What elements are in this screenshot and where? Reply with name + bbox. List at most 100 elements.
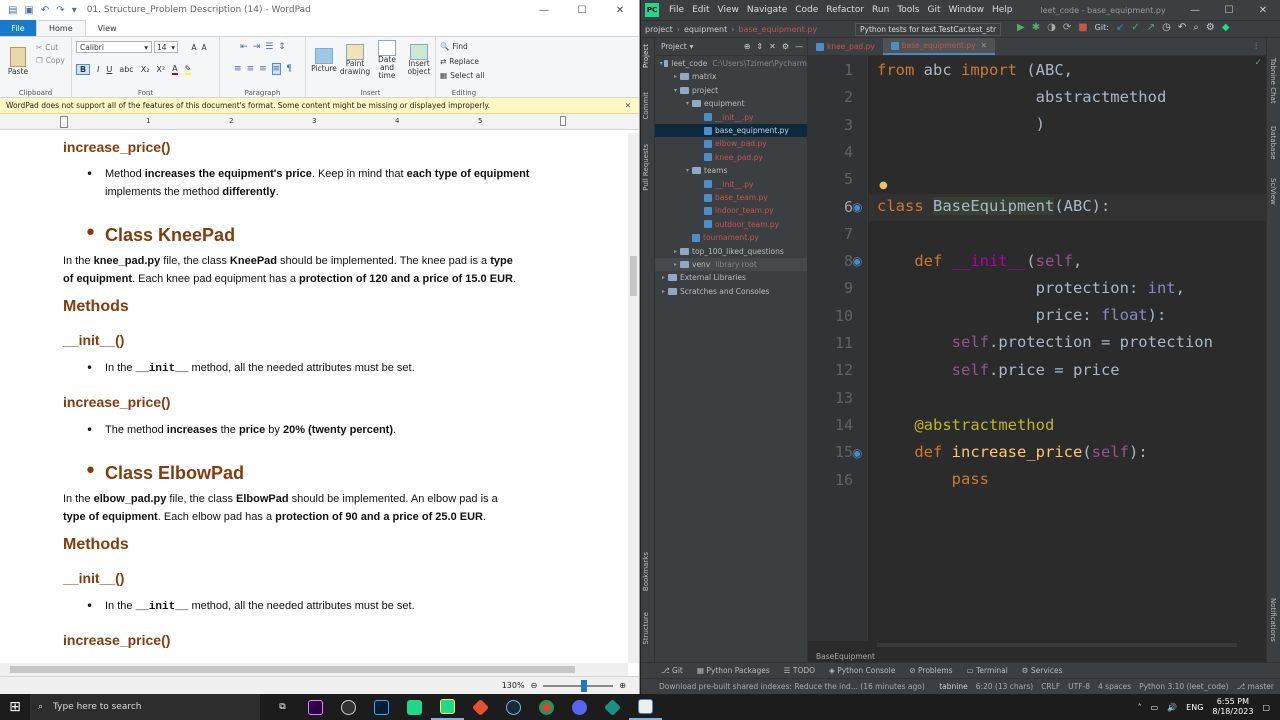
task-view-button[interactable]: ⧉ [266,694,299,720]
close-panel-icon[interactable]: ✕ [769,42,776,51]
tab-file[interactable]: File [0,20,36,36]
settings-icon[interactable]: ⚙ [1206,22,1215,33]
minimize-icon[interactable]: — [1178,0,1212,20]
stop-icon[interactable]: ■ [1078,22,1087,33]
zoom-out-icon[interactable]: ⊖ [531,681,538,690]
tool-window-database[interactable]: Database [1269,126,1277,159]
expand-arrow-icon[interactable]: ▾ [671,87,680,94]
tabs-menu-icon[interactable]: ⋮ [1253,41,1261,50]
editor-horizontal-scrollbar[interactable] [877,643,1237,647]
indent-setting[interactable]: 4 spaces [1098,682,1131,691]
app-steam[interactable] [497,694,530,720]
strikethrough-icon[interactable]: abc [119,65,133,74]
tree-item[interactable]: tournament.py [655,231,807,244]
menu-view[interactable]: View [714,5,743,15]
implemented-icon[interactable]: ◉ [852,446,862,460]
tree-item[interactable]: ▸ External Libraries [655,271,807,284]
italic-icon[interactable]: I [97,65,99,74]
menu-tools[interactable]: Tools [893,5,923,15]
expand-arrow-icon[interactable]: ▸ [659,274,668,281]
tree-item[interactable]: indoor_team.py [655,204,807,217]
find-button[interactable]: 🔍 Find [440,40,468,52]
tree-item[interactable]: knee_pad.py [655,151,807,164]
zoom-in-icon[interactable]: ⊕ [619,681,626,690]
expand-arrow-icon[interactable]: ▸ [671,73,680,80]
tool-window-notifications[interactable]: Notifications [1269,598,1277,642]
start-button[interactable]: ⊞ [0,694,30,720]
tool-services[interactable]: ⚙ Services [1022,666,1063,675]
document-area[interactable]: increase_price() • Method increases the … [0,133,628,663]
tree-item[interactable]: base_team.py [655,191,807,204]
tool-window-commit[interactable]: Commit [642,92,650,120]
breadcrumb-equipment[interactable]: equipment [680,25,731,34]
breadcrumb-project[interactable]: project [641,25,677,34]
app-premiere[interactable] [299,694,332,720]
rollback-icon[interactable]: ↶ [1178,22,1186,33]
align-right-icon[interactable]: ≡ [259,64,267,74]
grow-font-icon[interactable]: A [191,43,196,52]
hide-icon[interactable]: — [795,42,803,51]
gear-icon[interactable]: ⚙ [782,42,789,51]
tool-window-pull-requests[interactable]: Pull Requests [642,144,650,191]
tab-view[interactable]: View [86,20,129,36]
bullets-icon[interactable]: ☰ [265,42,273,52]
menu-refactor[interactable]: Refactor [822,5,868,15]
implemented-icon[interactable]: ◉ [852,200,862,214]
date-time-button[interactable]: Date and time [372,39,402,81]
run-icon[interactable]: ▶ [1017,22,1025,33]
expand-arrow-icon[interactable]: ▸ [671,261,680,268]
tab-knee-pad[interactable]: knee_pad.py [808,38,883,55]
close-icon[interactable]: ✕ [601,0,639,20]
bold-icon[interactable]: B [76,63,91,75]
font-family-select[interactable]: Calibri ▾ [76,41,152,53]
tree-item[interactable]: outdoor_team.py [655,218,807,231]
increase-indent-icon[interactable]: ⇥ [253,42,261,52]
tool-window-structure[interactable]: Structure [642,612,650,645]
menu-navigate[interactable]: Navigate [743,5,791,15]
tree-item[interactable]: ▾ project [655,84,807,97]
status-message[interactable]: Download pre-built shared indexes: Reduc… [659,682,925,691]
paragraph-icon[interactable]: ¶ [286,64,292,74]
paste-button[interactable]: Paste [6,41,30,81]
app-discord[interactable] [563,694,596,720]
git-push-icon[interactable]: ↗ [1147,22,1155,33]
network-icon[interactable]: ▭ [1151,703,1159,712]
app-chrome[interactable] [530,694,563,720]
tree-item[interactable]: base_equipment.py [655,124,807,137]
minimize-icon[interactable]: — [525,0,563,20]
cut-button[interactable]: ✂ Cut [36,41,58,53]
right-indent-marker[interactable] [560,116,566,126]
code-editor[interactable]: ● from abc import (ABC, abstractmethod )… [869,56,1266,641]
align-left-icon[interactable]: ≡ [234,64,242,74]
menu-window[interactable]: Window [945,5,989,15]
caret-position[interactable]: 6:20 (13 chars) [976,682,1033,691]
maximize-icon[interactable]: ☐ [1212,0,1246,20]
tool-git[interactable]: ⎇ Git [661,666,683,675]
breadcrumb-file[interactable]: base_equipment.py [734,25,821,34]
customize-quick-access-icon[interactable]: ▾ [72,5,77,16]
plugin-icon[interactable]: ◆ [1222,22,1230,33]
replace-button[interactable]: ⇄ Replace [440,55,479,67]
git-update-icon[interactable]: ↙ [1116,22,1124,33]
volume-icon[interactable]: 🔊 [1167,703,1177,712]
file-encoding[interactable]: UTF-8 [1068,682,1090,691]
decrease-indent-icon[interactable]: ⇤ [240,42,248,52]
app-wordpad[interactable] [629,694,662,720]
notifications-icon[interactable]: ▢ [1262,703,1270,712]
close-icon[interactable]: ✕ [1246,0,1280,20]
scroll-thumb[interactable] [10,666,575,673]
align-center-icon[interactable]: ≡ [247,64,255,74]
tree-item[interactable]: elbow_pad.py [655,137,807,150]
history-icon[interactable]: ◷ [1162,22,1171,33]
app-gitkraken[interactable] [596,694,629,720]
git-commit-icon[interactable]: ✓ [1131,22,1139,33]
tree-item[interactable]: __init__.py [655,111,807,124]
menu-file[interactable]: File [665,5,688,15]
expand-arrow-icon[interactable]: ▸ [659,288,668,295]
search-icon[interactable]: ⌕ [1193,22,1199,33]
horizontal-scrollbar[interactable] [0,663,628,676]
redo-icon[interactable]: ↷ [56,5,64,16]
superscript-icon[interactable]: X² [156,65,165,74]
taskbar-search[interactable]: ⌕ Type here to search [30,694,260,720]
language-indicator[interactable]: ENG [1186,703,1203,712]
